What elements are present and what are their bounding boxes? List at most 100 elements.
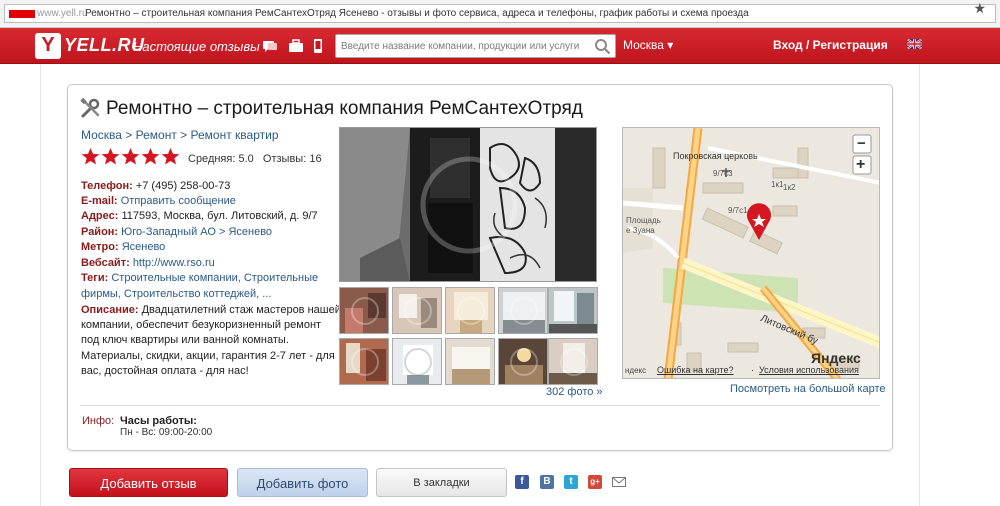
add-photo-button[interactable]: Добавить фото <box>237 468 368 497</box>
vkontakte-icon[interactable]: B <box>540 475 554 489</box>
photo-thumbnail[interactable] <box>548 287 598 334</box>
page-tab-title: Ремонтно – строительная компания РемСант… <box>85 8 749 19</box>
phone-row: Телефон: +7 (495) 258-00-73 <box>81 178 230 194</box>
phone-value: +7 (495) 258-00-73 <box>135 180 231 192</box>
address-url: www.yell.ru <box>37 8 88 19</box>
map-label: 1к2 <box>783 183 796 192</box>
map-label: Покровская церковь <box>673 151 758 161</box>
photo-thumbnail[interactable] <box>392 338 442 385</box>
photo-thumbnail[interactable] <box>445 338 495 385</box>
zoom-in-button[interactable]: + <box>856 156 865 174</box>
uk-flag-icon[interactable] <box>907 39 922 49</box>
map-terms-link[interactable]: Условия использования <box>759 365 859 375</box>
info-label: Инфо: <box>82 415 115 427</box>
photo-thumbnail[interactable] <box>498 287 548 334</box>
bookmarks-button[interactable]: В закладки <box>376 468 507 497</box>
website-link[interactable]: http://www.rso.ru <box>133 257 215 269</box>
website-row: Вебсайт: http://www.rso.ru <box>81 255 215 271</box>
zoom-out-button[interactable]: − <box>857 135 866 153</box>
description-line: вас, достойная оплата - для нас! <box>81 365 249 377</box>
map-label: 1к1 <box>771 180 784 189</box>
tags-row: Теги: Строительные компании, Строительны… <box>81 270 318 286</box>
facebook-icon[interactable]: f <box>515 475 529 489</box>
yandex-logo: Яндекс <box>811 350 861 366</box>
description-line-5-row: вас, достойная оплата - для нас! <box>81 363 249 379</box>
description-line: Двадцатилетний стаж мастеров нашей <box>141 304 341 316</box>
add-review-button[interactable]: Добавить отзыв <box>69 468 228 497</box>
metro-row: Метро: Ясенево <box>81 239 165 255</box>
briefcase-icon[interactable] <box>288 38 304 54</box>
metro-label: Метро: <box>81 241 119 253</box>
star-icon <box>121 147 140 165</box>
breadcrumb[interactable]: Москва > Ремонт > Ремонт квартир <box>81 128 279 142</box>
city-selector[interactable]: Москва ▾ <box>623 38 673 52</box>
company-title: Ремонтно – строительная компания РемСант… <box>106 98 583 119</box>
chat-icon[interactable] <box>262 38 278 54</box>
description-line-3-row: под ключ квартиры или ванной комнаты. <box>81 332 289 348</box>
description-label: Описание: <box>81 304 139 316</box>
search-icon[interactable] <box>594 38 611 55</box>
description-row: Описание: Двадцатилетний стаж мастеров н… <box>81 302 341 318</box>
district-link[interactable]: Юго-Западный АО > Ясенево <box>121 226 272 238</box>
description-line: компании, обеспечит безукоризненный ремо… <box>81 319 322 331</box>
map-label: 9/7с1 <box>728 206 748 215</box>
district-row: Район: Юго-Западный АО > Ясенево <box>81 224 272 240</box>
search-box <box>335 34 616 58</box>
tags-link[interactable]: Строительные компании, Строительные <box>111 272 318 284</box>
photo-thumbnail[interactable] <box>548 338 598 385</box>
googleplus-icon[interactable]: g+ <box>588 475 602 489</box>
logo[interactable]: Y <box>35 33 61 59</box>
map-label: Площадь <box>626 216 661 225</box>
description-line-4-row: Материалы, скидки, акции, гарантия 2-7 л… <box>81 348 335 364</box>
email-label: E-mail: <box>81 195 118 207</box>
address-row: Адрес: 117593, Москва, бул. Литовский, д… <box>81 208 318 224</box>
report-map-error-link[interactable]: Ошибка на карте? <box>657 365 734 375</box>
map-label: 9/7с3 <box>713 169 733 178</box>
photo-thumbnail[interactable] <box>392 287 442 334</box>
website-label: Вебсайт: <box>81 257 130 269</box>
all-photos-link[interactable]: 302 фото » <box>546 386 603 398</box>
map-label: ндекс <box>625 366 647 375</box>
photo-thumbnail[interactable] <box>498 338 548 385</box>
divider <box>80 405 880 406</box>
send-message-link[interactable]: Отправить сообщение <box>121 195 236 207</box>
photo-thumbnail[interactable] <box>445 287 495 334</box>
login-register-link[interactable]: Вход / Регистрация <box>773 38 888 52</box>
site-header: Y YELL.RU Настоящие отзывы Москва ▾ Вход… <box>0 28 1000 64</box>
big-map-link[interactable]: Посмотреть на большой карте <box>730 383 886 395</box>
star-icon <box>81 147 100 165</box>
star-icon <box>141 147 160 165</box>
hours-title: Часы работы: <box>120 415 197 427</box>
tools-icon <box>80 98 100 118</box>
district-label: Район: <box>81 226 119 238</box>
main-photo[interactable] <box>339 127 597 282</box>
tags-link-2[interactable]: фирмы, Строительство коттеджей, ... <box>81 288 271 300</box>
tags-row-2: фирмы, Строительство коттеджей, ... <box>81 286 271 302</box>
bookmark-star-icon[interactable]: ★ <box>973 0 986 17</box>
mail-icon[interactable] <box>612 475 626 489</box>
rating-stars <box>81 147 180 166</box>
phone-label: Телефон: <box>81 180 133 192</box>
description-line-2-row: компании, обеспечит безукоризненный ремо… <box>81 317 321 333</box>
mobile-icon[interactable] <box>310 38 326 54</box>
email-row: E-mail: Отправить сообщение <box>81 193 236 209</box>
photo-thumbnail[interactable] <box>339 338 389 385</box>
tagline: Настоящие отзывы <box>133 39 260 54</box>
address-field[interactable]: www.yell.ru Ремонтно – строительная комп… <box>4 4 996 23</box>
address-value: 117593, Москва, бул. Литовский, д. 9/7 <box>121 210 318 222</box>
location-map[interactable]: − + Покровская церковь 9/7с3 1к1 1к2 9/7… <box>622 127 880 379</box>
star-icon <box>161 147 180 165</box>
photo-thumbnail[interactable] <box>339 287 389 334</box>
rating-summary: Средняя: 5.0 Отзывы: 16 <box>188 153 322 165</box>
hours-value: Пн - Вс: 09:00-20:00 <box>120 427 213 438</box>
search-input[interactable] <box>341 39 591 54</box>
metro-link[interactable]: Ясенево <box>122 241 166 253</box>
description-line: под ключ квартиры или ванной комнаты. <box>81 334 289 346</box>
description-line: Материалы, скидки, акции, гарантия 2-7 л… <box>81 350 335 362</box>
star-icon <box>101 147 120 165</box>
address-label: Адрес: <box>81 210 119 222</box>
logo-letter: Y <box>41 34 55 56</box>
twitter-icon[interactable]: t <box>564 475 578 489</box>
browser-address-bar: www.yell.ru Ремонтно – строительная комп… <box>0 0 1000 28</box>
map-label: е Зуана <box>626 226 655 235</box>
